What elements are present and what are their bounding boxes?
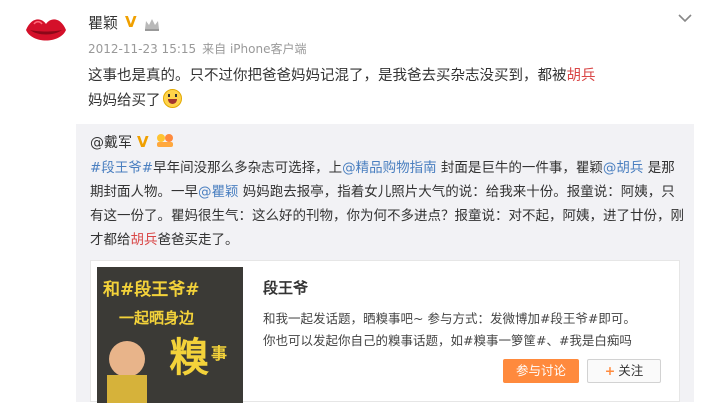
repost-author-row: @戴军 V — [90, 132, 176, 152]
mention-link[interactable]: 胡兵 — [567, 68, 596, 84]
author-row: 瞿颖 V — [88, 12, 160, 33]
post-source: 来自 iPhone客户端 — [202, 42, 307, 56]
repost-link[interactable]: 胡兵 — [131, 232, 158, 248]
topic-desc: 和我一起发话题，晒糗事吧~ 参与方式：发微博加#段王爷#即可。 你也可以发起你自… — [263, 308, 673, 352]
avatar[interactable] — [22, 10, 70, 52]
repost-text-segment: 封面是巨牛的一件事，瞿颖 — [436, 160, 603, 176]
post-text-before: 这事也是真的。只不过你把爸爸妈妈记混了，是我爸去买杂志没买到，都被 — [88, 68, 567, 84]
repost-link[interactable]: @瞿颖 — [198, 184, 239, 200]
image-caption-mid: 一起晒身边 — [119, 309, 195, 327]
verified-badge: V — [137, 132, 149, 151]
image-caption-top: 和#段王爷# — [103, 279, 200, 300]
topic-desc-line1: 和我一起发话题，晒糗事吧~ 参与方式：发微博加#段王爷#即可。 — [263, 311, 636, 326]
follow-label: 关注 — [618, 363, 644, 378]
repost-author[interactable]: @戴军 — [90, 132, 132, 152]
post-meta: 2012-11-23 15:15 来自 iPhone客户端 — [88, 40, 312, 57]
verified-badge: V — [125, 13, 137, 31]
repost-text-segment: 爸爸买走了。 — [157, 232, 239, 248]
author-name[interactable]: 瞿颖 — [88, 12, 118, 33]
post-timestamp[interactable]: 2012-11-23 15:15 — [88, 42, 196, 56]
plus-icon: + — [604, 363, 616, 378]
repost-text: #段王爷#早年间没那么多杂志可选择，上@精品购物指南 封面是巨牛的一件事，瞿颖@… — [90, 156, 686, 252]
group-icon — [154, 132, 176, 152]
lips-icon — [26, 19, 66, 41]
repost-link[interactable]: #段王爷# — [90, 160, 153, 176]
image-caption-small: 事 — [211, 344, 227, 363]
image-caption-big: 糗 — [169, 335, 209, 381]
post-text-after: 妈妈给买了 — [88, 93, 161, 109]
chevron-down-icon[interactable] — [678, 8, 692, 23]
repost-link[interactable]: @胡兵 — [603, 160, 644, 176]
repost-text-segment: 早年间没那么多杂志可选择，上 — [153, 160, 343, 176]
laughing-emoji-icon — [162, 89, 182, 108]
follow-button[interactable]: + 关注 — [587, 359, 661, 383]
topic-image[interactable]: 和#段王爷# 一起晒身边 糗 事 — [97, 267, 243, 403]
join-discussion-button[interactable]: 参与讨论 — [503, 359, 579, 383]
topic-title[interactable]: 段王爷 — [263, 277, 308, 298]
topic-card[interactable]: 和#段王爷# 一起晒身边 糗 事 段王爷 和我一起发话题，晒糗事吧~ 参与方式：… — [90, 260, 680, 403]
repost-link[interactable]: @精品购物指南 — [342, 160, 437, 176]
post-text: 这事也是真的。只不过你把爸爸妈妈记混了，是我爸去买杂志没买到，都被胡兵 妈妈给买… — [88, 64, 688, 114]
repost-box: @戴军 V #段王爷#早年间没那么多杂志可选择，上@精品购物指南 封面是巨牛的一… — [76, 124, 694, 403]
topic-desc-line2: 你也可以发起你自己的糗事话题，如#糗事一箩筐#、#我是白痴吗 — [263, 333, 632, 348]
crown-icon — [144, 16, 160, 31]
